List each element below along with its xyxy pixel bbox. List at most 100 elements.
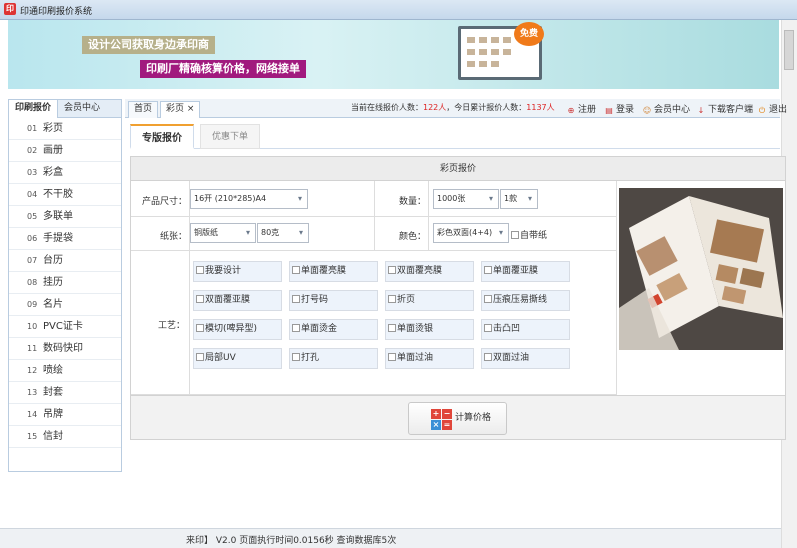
checkbox[interactable] xyxy=(292,266,300,274)
craft-option-label: 折页 xyxy=(397,295,416,305)
checkbox[interactable] xyxy=(388,324,396,332)
craft-option[interactable]: 双面覆亮膜 xyxy=(385,261,474,282)
checkbox[interactable] xyxy=(388,353,396,361)
scrollbar-thumb[interactable] xyxy=(784,30,794,70)
checkbox[interactable] xyxy=(196,353,204,361)
sidebar-item[interactable]: 05 多联单 xyxy=(9,206,121,228)
craft-option-label: 我要设计 xyxy=(205,266,242,276)
checkbox[interactable] xyxy=(388,266,396,274)
close-icon[interactable]: × xyxy=(187,104,195,114)
size-select[interactable]: 16开 (210*285)A4 ▾ xyxy=(190,189,308,209)
label-divider xyxy=(189,181,190,395)
checkbox[interactable] xyxy=(292,324,300,332)
tab-caiye[interactable]: 彩页 × xyxy=(160,101,201,118)
sidebar-item-number: 04 xyxy=(27,190,38,199)
sidebar-item[interactable]: 10 PVC证卡 xyxy=(9,316,121,338)
sidebar-item[interactable]: 09 名片 xyxy=(9,294,121,316)
sidebar-item[interactable]: 07 台历 xyxy=(9,250,121,272)
craft-option[interactable]: 打孔 xyxy=(289,348,378,369)
tab-print-quote[interactable]: 印刷报价 xyxy=(9,100,59,118)
craft-option[interactable]: 单面过油 xyxy=(385,348,474,369)
login-link[interactable]: ▤ 登录 xyxy=(604,102,634,115)
sidebar-item[interactable]: 03 彩盒 xyxy=(9,162,121,184)
craft-option-label: 打号码 xyxy=(301,295,329,305)
craft-option[interactable]: 压痕压易撕线 xyxy=(481,290,570,311)
checkbox[interactable] xyxy=(484,266,492,274)
qty-value: 1000张 xyxy=(437,194,466,203)
sidebar-item-label: PVC证卡 xyxy=(43,321,83,332)
craft-option[interactable]: 单面烫银 xyxy=(385,319,474,340)
sidebar-item-label: 不干胶 xyxy=(43,189,73,200)
tab-member-center[interactable]: 会员中心 xyxy=(58,100,106,118)
craft-option[interactable]: 单面覆亮膜 xyxy=(289,261,378,282)
plus-icon: + xyxy=(431,409,441,419)
sidebar-item-number: 05 xyxy=(27,212,38,221)
checkbox[interactable] xyxy=(196,324,204,332)
craft-option[interactable]: 单面覆亚膜 xyxy=(481,261,570,282)
qty-select[interactable]: 1000张 ▾ xyxy=(433,189,499,209)
sidebar-item[interactable]: 04 不干胶 xyxy=(9,184,121,206)
sidebar-item[interactable]: 01 彩页 xyxy=(9,118,121,140)
member-label: 会员中心 xyxy=(654,105,691,115)
craft-option-label: 击凸凹 xyxy=(493,324,521,334)
sidebar-item[interactable]: 08 挂历 xyxy=(9,272,121,294)
craft-option[interactable]: 单面烫金 xyxy=(289,319,378,340)
download-client-link[interactable]: ↓ 下载客户端 xyxy=(696,102,753,115)
register-link[interactable]: ⊕ 注册 xyxy=(566,102,596,115)
craft-option[interactable]: 双面覆亚膜 xyxy=(193,290,282,311)
exit-label: 退出 xyxy=(769,105,788,115)
sidebar-item-label: 封套 xyxy=(43,387,63,398)
craft-option-label: 压痕压易撕线 xyxy=(493,295,548,305)
chevron-down-icon: ▾ xyxy=(498,228,503,237)
ad-banner[interactable]: 设计公司获取身边承印商 印刷厂精确核算价格，网络接单 免费 xyxy=(8,20,779,89)
download-label: 下载客户端 xyxy=(708,105,754,115)
checkbox[interactable] xyxy=(484,324,492,332)
checkbox[interactable] xyxy=(196,266,204,274)
weight-select[interactable]: 80克 ▾ xyxy=(257,223,309,243)
panel-title: 彩页报价 xyxy=(131,157,785,181)
sidebar-tabs: 印刷报价 会员中心 xyxy=(9,100,121,118)
size-label: 产品尺寸： xyxy=(141,197,187,207)
craft-option[interactable]: 打号码 xyxy=(289,290,378,311)
self-paper-checkbox[interactable]: 自带纸 xyxy=(511,228,547,241)
styles-select[interactable]: 1款 ▾ xyxy=(500,189,538,209)
checkbox[interactable] xyxy=(292,353,300,361)
sidebar-item[interactable]: 14 吊牌 xyxy=(9,404,121,426)
craft-option[interactable]: 击凸凹 xyxy=(481,319,570,340)
tab-home[interactable]: 首页 xyxy=(128,101,159,118)
sidebar-item[interactable]: 12 喷绘 xyxy=(9,360,121,382)
sidebar-item-number: 09 xyxy=(27,300,38,309)
login-icon: ▤ xyxy=(605,106,613,115)
window-title: 印通印刷报价系统 xyxy=(20,7,93,17)
craft-option[interactable]: 折页 xyxy=(385,290,474,311)
sidebar-item[interactable]: 06 手提袋 xyxy=(9,228,121,250)
checkbox[interactable] xyxy=(292,295,300,303)
title-bar: 印 印通印刷报价系统 xyxy=(0,0,797,20)
craft-option[interactable]: 局部UV xyxy=(193,348,282,369)
styles-value: 1款 xyxy=(504,194,518,203)
color-select[interactable]: 彩色双面(4+4) ▾ xyxy=(433,223,509,243)
tab-discount-order[interactable]: 优惠下单 xyxy=(200,124,260,149)
sidebar-item[interactable]: 11 数码快印 xyxy=(9,338,121,360)
tab-special-quote[interactable]: 专版报价 xyxy=(130,124,194,149)
craft-option[interactable]: 模切(啤异型) xyxy=(193,319,282,340)
checkbox[interactable] xyxy=(484,295,492,303)
checkbox[interactable] xyxy=(388,295,396,303)
exit-link[interactable]: ⏻ 退出 xyxy=(757,102,787,115)
checkbox[interactable] xyxy=(484,353,492,361)
craft-option[interactable]: 双面过油 xyxy=(481,348,570,369)
sidebar-item[interactable]: 15 信封 xyxy=(9,426,121,448)
paper-select[interactable]: 铜版纸 ▾ xyxy=(190,223,256,243)
craft-label: 工艺： xyxy=(157,321,185,331)
sidebar-item-label: 彩盒 xyxy=(43,167,63,178)
member-center-link[interactable]: ☺ 会员中心 xyxy=(642,102,690,115)
calculate-price-button[interactable]: + − × = 计算价格 xyxy=(408,402,507,435)
top-bar: 首页 彩页 × 当前在线报价人数：122人，今日累计报价人数：1137人 ⊕ 注册… xyxy=(125,99,787,118)
checkbox[interactable] xyxy=(196,295,204,303)
power-icon: ⏻ xyxy=(758,106,766,115)
sidebar-item-label: 喷绘 xyxy=(43,365,63,376)
craft-option[interactable]: 我要设计 xyxy=(193,261,282,282)
sidebar-item[interactable]: 02 画册 xyxy=(9,140,121,162)
sidebar-item[interactable]: 13 封套 xyxy=(9,382,121,404)
checkbox[interactable] xyxy=(511,231,519,239)
